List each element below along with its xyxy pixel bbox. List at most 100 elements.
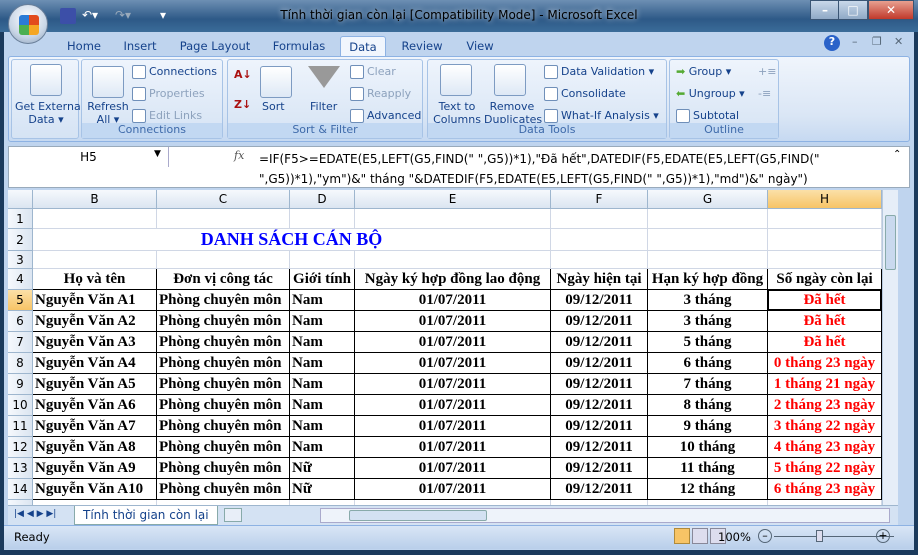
- cell[interactable]: [355, 209, 551, 229]
- table-cell[interactable]: 01/07/2011: [355, 374, 551, 395]
- sort-descending-button[interactable]: Z↓: [234, 98, 251, 111]
- table-header[interactable]: Ngày ký hợp đồng lao động: [355, 269, 551, 290]
- minimize-button[interactable]: –: [810, 0, 840, 20]
- tab-data[interactable]: Data: [340, 36, 386, 56]
- row-header-3[interactable]: 3: [8, 251, 33, 269]
- formula-input[interactable]: =IF(F5>=EDATE(E5,LEFT(G5,FIND(" ",G5))*1…: [259, 149, 889, 189]
- table-cell[interactable]: 01/07/2011: [355, 395, 551, 416]
- table-cell[interactable]: Phòng chuyên môn: [157, 479, 290, 500]
- remaining-time-cell[interactable]: 4 tháng 23 ngày: [768, 437, 882, 458]
- table-cell[interactable]: 01/07/2011: [355, 458, 551, 479]
- horizontal-scrollbar[interactable]: [320, 508, 890, 523]
- table-header[interactable]: Số ngày còn lại: [768, 269, 882, 290]
- tab-formulas[interactable]: Formulas: [270, 36, 328, 56]
- table-cell[interactable]: 01/07/2011: [355, 437, 551, 458]
- undo-icon[interactable]: ↶▾: [82, 8, 98, 24]
- table-cell[interactable]: Nguyễn Văn A1: [33, 290, 157, 311]
- row-header-14[interactable]: 14: [8, 479, 33, 500]
- zoom-slider-thumb[interactable]: [816, 530, 823, 542]
- remaining-time-cell[interactable]: 6 tháng 23 ngày: [768, 479, 882, 500]
- table-cell[interactable]: 9 tháng: [648, 416, 768, 437]
- h-scroll-thumb[interactable]: [349, 510, 487, 521]
- data-validation-button[interactable]: Data Validation ▾: [544, 65, 654, 79]
- zoom-out-button[interactable]: –: [758, 529, 772, 543]
- table-cell[interactable]: Phòng chuyên môn: [157, 416, 290, 437]
- hide-detail-icon[interactable]: -≡: [758, 87, 771, 100]
- remaining-time-cell[interactable]: Đã hết: [768, 332, 882, 353]
- table-cell[interactable]: 01/07/2011: [355, 290, 551, 311]
- ribbon-minimize-icon[interactable]: –: [852, 35, 858, 48]
- cell[interactable]: [290, 209, 355, 229]
- cell[interactable]: [551, 229, 648, 251]
- remaining-time-cell[interactable]: Đã hết: [768, 311, 882, 332]
- table-cell[interactable]: Phòng chuyên môn: [157, 353, 290, 374]
- ribbon-close-icon[interactable]: ✕: [894, 35, 903, 48]
- table-cell[interactable]: Phòng chuyên môn: [157, 374, 290, 395]
- tab-insert[interactable]: Insert: [118, 36, 162, 56]
- scroll-thumb[interactable]: [885, 215, 896, 270]
- fx-icon[interactable]: fx: [234, 149, 244, 162]
- help-icon[interactable]: ?: [824, 35, 840, 51]
- what-if-analysis-button[interactable]: What-If Analysis ▾: [544, 109, 659, 123]
- vertical-scrollbar[interactable]: [882, 190, 898, 505]
- table-cell[interactable]: 12 tháng: [648, 479, 768, 500]
- column-header-D[interactable]: D: [290, 190, 355, 209]
- redo-icon[interactable]: ↷▾: [115, 8, 131, 24]
- table-cell[interactable]: Nam: [290, 437, 355, 458]
- table-cell[interactable]: 09/12/2011: [551, 290, 648, 311]
- sheet-title[interactable]: DANH SÁCH CÁN BỘ: [33, 229, 551, 251]
- table-cell[interactable]: 01/07/2011: [355, 353, 551, 374]
- table-cell[interactable]: Phòng chuyên môn: [157, 458, 290, 479]
- remaining-time-cell[interactable]: 0 tháng 23 ngày: [768, 353, 882, 374]
- table-cell[interactable]: 09/12/2011: [551, 437, 648, 458]
- cell[interactable]: [648, 229, 768, 251]
- save-icon[interactable]: [60, 8, 76, 24]
- cell[interactable]: [768, 229, 882, 251]
- table-cell[interactable]: Nam: [290, 395, 355, 416]
- row-header-13[interactable]: 13: [8, 458, 33, 479]
- row-header-2[interactable]: 2: [8, 229, 33, 251]
- cell[interactable]: [768, 209, 882, 229]
- table-cell[interactable]: Nữ: [290, 458, 355, 479]
- table-cell[interactable]: 09/12/2011: [551, 479, 648, 500]
- row-header-10[interactable]: 10: [8, 395, 33, 416]
- column-header-C[interactable]: C: [157, 190, 290, 209]
- table-cell[interactable]: Nguyễn Văn A7: [33, 416, 157, 437]
- consolidate-button[interactable]: Consolidate: [544, 87, 626, 101]
- table-cell[interactable]: Nam: [290, 290, 355, 311]
- table-cell[interactable]: Phòng chuyên môn: [157, 395, 290, 416]
- column-header-H[interactable]: H: [768, 190, 882, 209]
- table-header[interactable]: Họ và tên: [33, 269, 157, 290]
- cell[interactable]: [33, 251, 157, 269]
- tab-review[interactable]: Review: [400, 36, 444, 56]
- advanced-button[interactable]: Advanced: [350, 109, 421, 123]
- table-cell[interactable]: 01/07/2011: [355, 416, 551, 437]
- table-cell[interactable]: 3 tháng: [648, 290, 768, 311]
- worksheet-grid[interactable]: BCDEFGH123456789101112131415DANH SÁCH CÁ…: [8, 190, 882, 505]
- table-header[interactable]: Ngày hiện tại: [551, 269, 648, 290]
- close-button[interactable]: ✕: [868, 0, 914, 20]
- select-all-corner[interactable]: [8, 190, 33, 209]
- connections-button[interactable]: Connections: [132, 65, 217, 79]
- column-header-E[interactable]: E: [355, 190, 551, 209]
- table-cell[interactable]: Nguyễn Văn A6: [33, 395, 157, 416]
- insert-sheet-icon[interactable]: [224, 508, 242, 522]
- sort-button[interactable]: Sort: [262, 100, 285, 113]
- table-cell[interactable]: Phòng chuyên môn: [157, 332, 290, 353]
- table-cell[interactable]: 09/12/2011: [551, 311, 648, 332]
- table-cell[interactable]: 11 tháng: [648, 458, 768, 479]
- table-cell[interactable]: Phòng chuyên môn: [157, 290, 290, 311]
- table-cell[interactable]: Nguyễn Văn A5: [33, 374, 157, 395]
- get-external-data-button[interactable]: Get External Data ▾: [15, 100, 84, 126]
- table-cell[interactable]: 5 tháng: [648, 332, 768, 353]
- row-header-1[interactable]: 1: [8, 209, 33, 229]
- subtotal-button[interactable]: Subtotal: [676, 109, 739, 123]
- row-header-5[interactable]: 5: [8, 290, 33, 311]
- ungroup-button[interactable]: ⬅ Ungroup ▾: [676, 87, 745, 100]
- tab-page-layout[interactable]: Page Layout: [179, 36, 251, 56]
- filter-button[interactable]: Filter: [310, 100, 337, 113]
- group-button[interactable]: ➡ Group ▾: [676, 65, 731, 78]
- table-cell[interactable]: 09/12/2011: [551, 353, 648, 374]
- clear-button[interactable]: Clear: [350, 65, 396, 79]
- table-cell[interactable]: 8 tháng: [648, 395, 768, 416]
